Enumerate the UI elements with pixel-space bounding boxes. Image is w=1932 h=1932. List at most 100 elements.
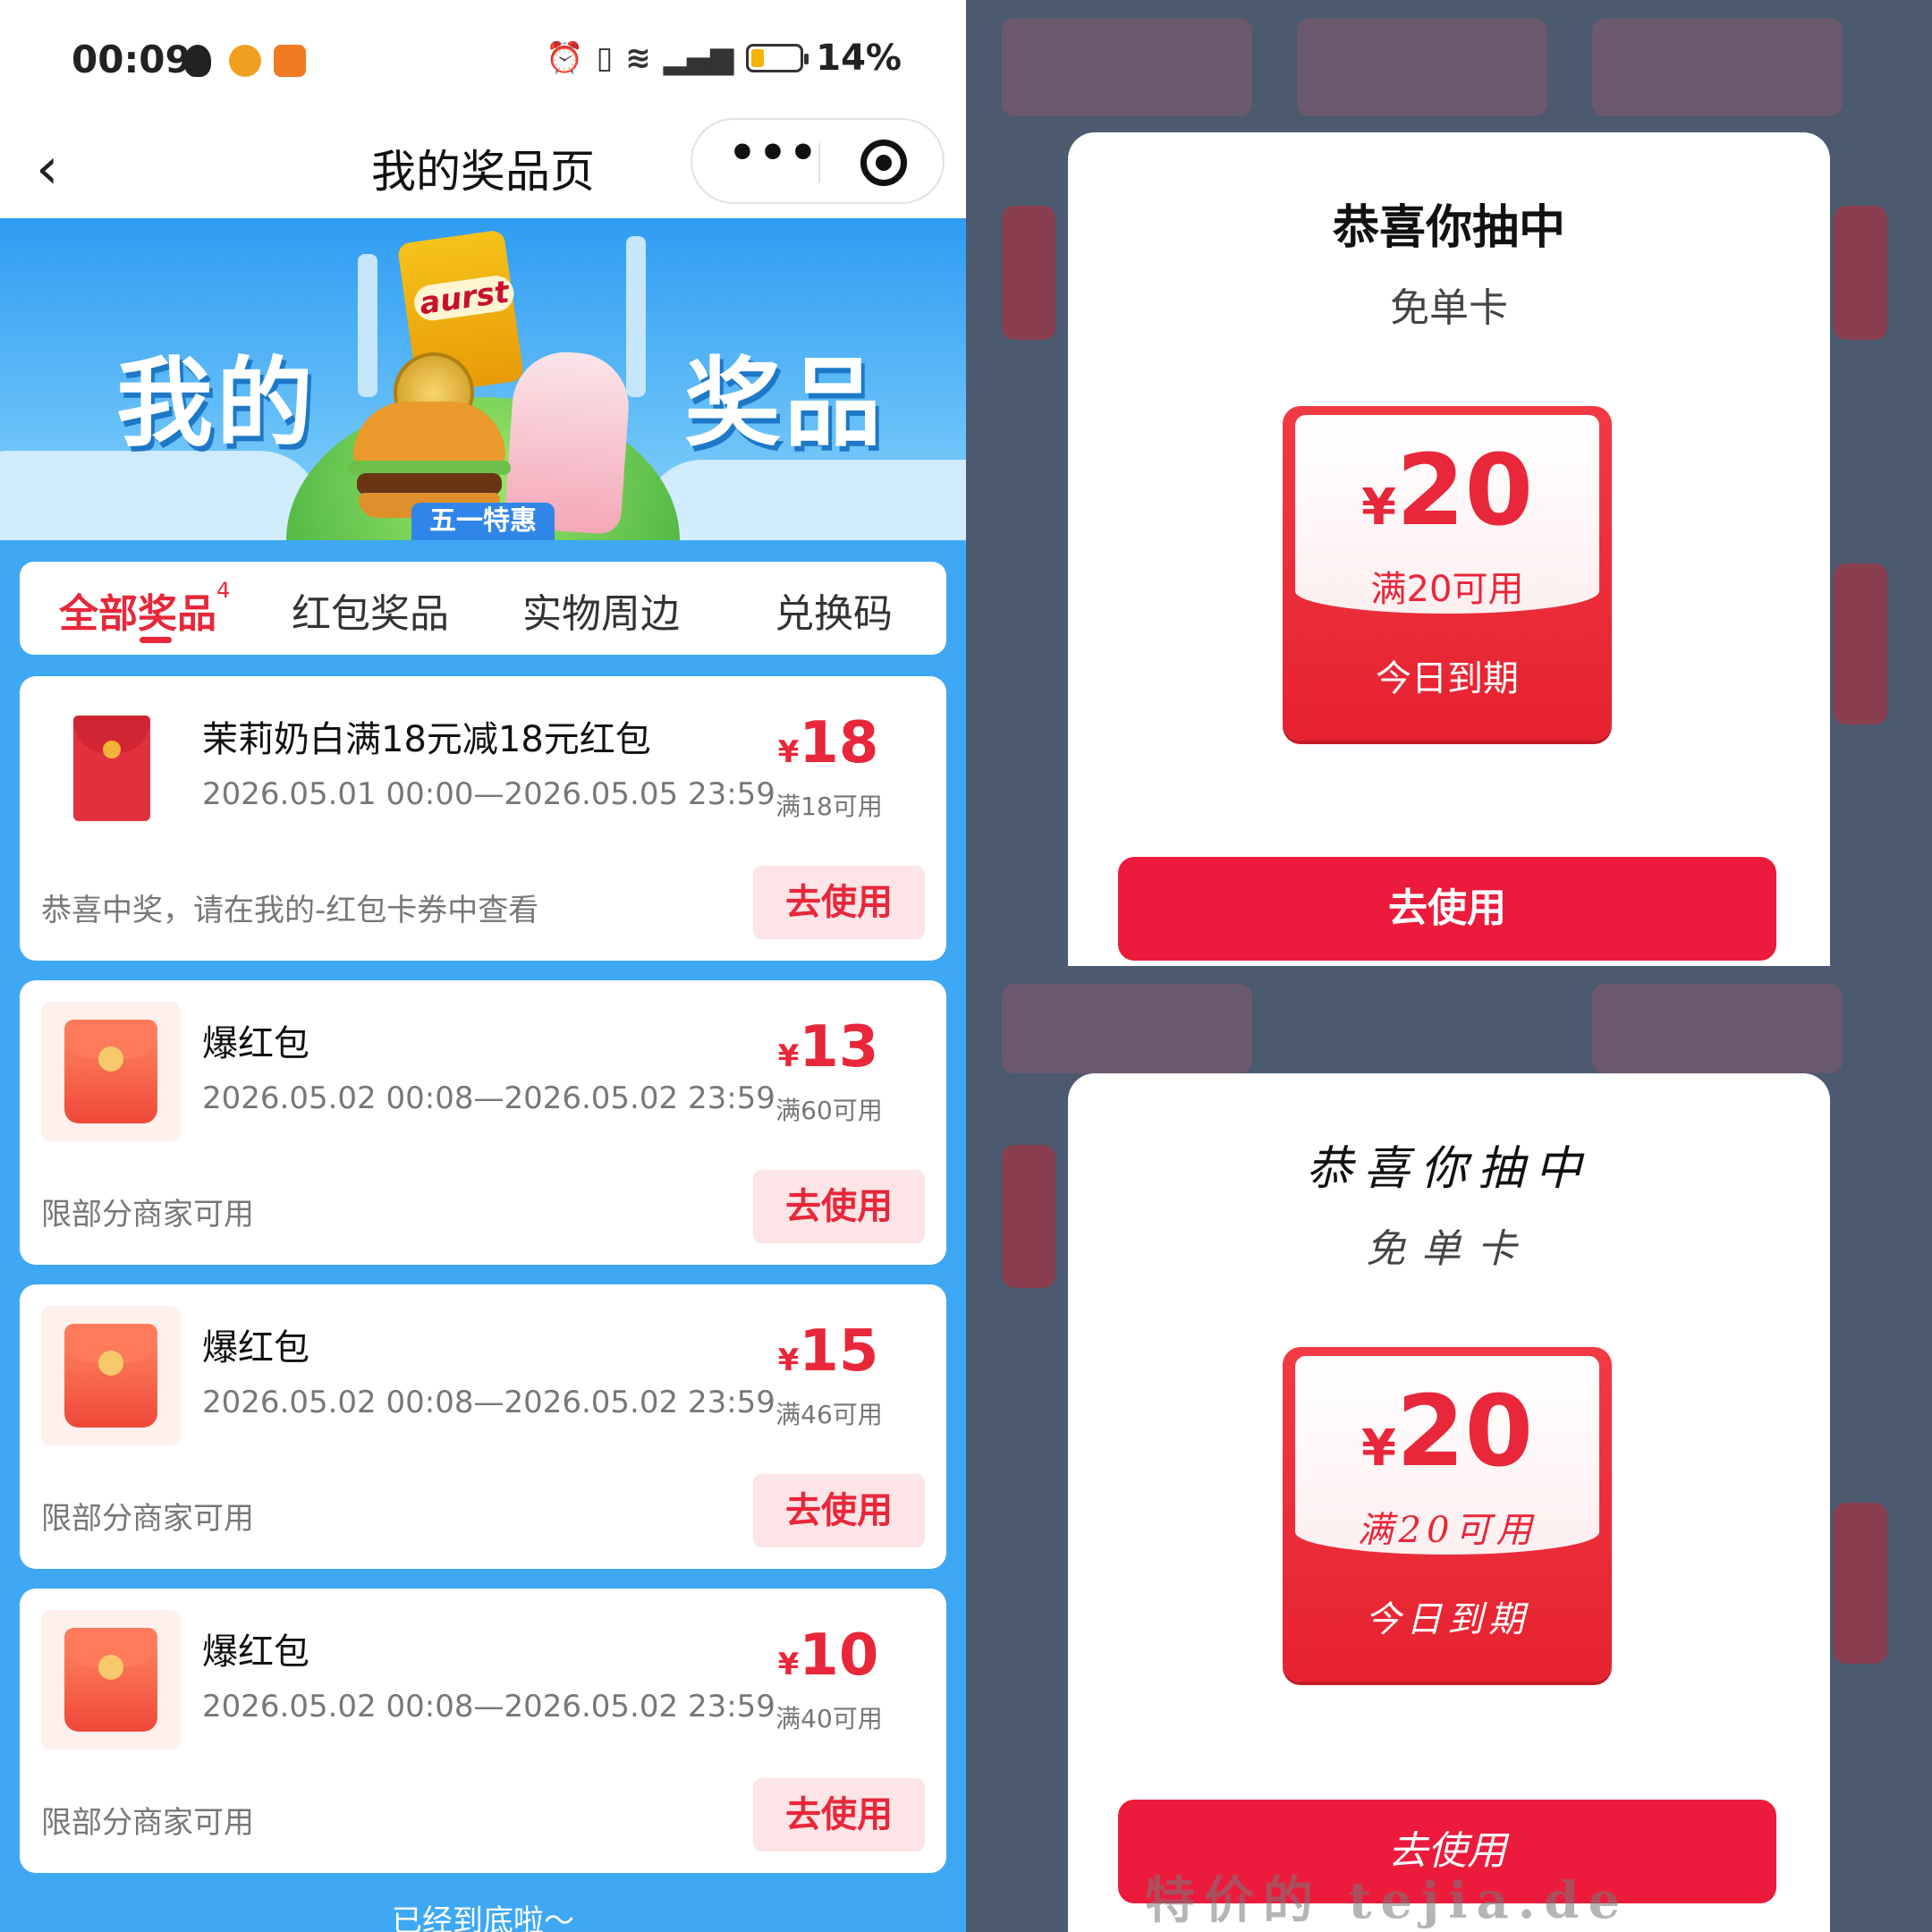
prize-note: 恭喜中奖，请在我的-红包卡券中查看 — [41, 893, 539, 928]
vibrate-icon: ▯ — [596, 40, 614, 76]
coupon-amount: ¥20 — [1283, 433, 1612, 547]
use-button[interactable]: 去使用 — [753, 1474, 925, 1547]
prize-thumbnail — [41, 1306, 181, 1445]
capsule-divider — [818, 143, 820, 182]
app-icon — [274, 45, 306, 77]
tab-count-badge: 4 — [216, 578, 231, 603]
prize-note: 限部分商家可用 — [41, 1805, 254, 1841]
signal-5g-icon: ▂▄▆ — [663, 40, 734, 76]
prize-banner: 我的 奖品 aurst 五一特惠 — [0, 218, 966, 540]
currency-symbol: ¥ — [777, 1647, 800, 1682]
site-watermark: 特价的 tejia.de — [1145, 1871, 1630, 1930]
blurred-background-tile — [1834, 564, 1887, 724]
prize-name: 爆红包 — [202, 1631, 309, 1673]
target-icon[interactable] — [860, 140, 907, 186]
blurred-background-tile — [1002, 18, 1252, 116]
prize-card: 爆红包 2026.05.02 00:08—2026.05.02 23:59 ¥1… — [20, 1284, 946, 1569]
prize-amount: ¥10 — [766, 1623, 891, 1689]
blurred-background-tile — [1297, 18, 1547, 116]
amount-value: 10 — [799, 1623, 879, 1689]
free-order-coupon: ¥20 满20可用 今日到期 — [1283, 1347, 1612, 1682]
currency-symbol: ¥ — [1360, 479, 1396, 537]
qq-icon — [184, 45, 211, 77]
prize-condition: 满18可用 — [775, 792, 883, 821]
prize-amount: ¥18 — [766, 710, 891, 776]
currency-symbol: ¥ — [1360, 1419, 1396, 1478]
blurred-background-tile — [1002, 984, 1252, 1073]
prize-card: 茉莉奶白满18元减18元红包 2026.05.01 00:00—2026.05.… — [20, 676, 946, 961]
burger-illustration — [348, 402, 511, 518]
prize-name: 爆红包 — [202, 1023, 309, 1064]
prize-thumbnail — [41, 1610, 181, 1750]
prize-page-screen: 00:09 ⏰ ▯ ≋ ▂▄▆ 14% ‹ 我的奖品页 ••• 我的 奖品 au… — [0, 0, 966, 1932]
status-time: 00:09 — [72, 38, 191, 81]
prize-thumbnail — [41, 1002, 181, 1141]
prize-thumbnail — [41, 698, 181, 837]
tab-label: 全部奖品 — [59, 591, 216, 637]
banner-word-left: 我的 — [116, 348, 318, 460]
status-bar: 00:09 ⏰ ▯ ≋ ▂▄▆ 14% — [0, 0, 966, 118]
prize-condition: 满60可用 — [775, 1096, 883, 1125]
prize-tabs: 全部奖品4 红包奖品 实物周边 兑换码 — [20, 562, 946, 655]
use-button[interactable]: 去使用 — [753, 866, 925, 939]
amount-value: 20 — [1395, 1374, 1534, 1488]
popup-subtitle: 免单卡 — [1366, 1226, 1532, 1272]
blurred-background-tile — [1002, 1145, 1055, 1288]
battery-icon — [746, 44, 809, 72]
banner-ribbon: 五一特惠 — [411, 503, 555, 540]
amount-value: 18 — [799, 710, 879, 776]
prize-popup-handwritten: 恭喜你抽中 免单卡 ¥20 满20可用 今日到期 去使用 — [1068, 1073, 1830, 1932]
burger-patty — [357, 473, 502, 495]
prize-popup: 恭喜你抽中 免单卡 ¥20 满20可用 今日到期 去使用 — [1068, 132, 1830, 966]
prize-card: 爆红包 2026.05.02 00:08—2026.05.02 23:59 ¥1… — [20, 1589, 946, 1873]
prize-condition: 满46可用 — [775, 1400, 883, 1429]
prize-amount: ¥13 — [766, 1014, 891, 1080]
prize-note: 限部分商家可用 — [41, 1197, 254, 1233]
coupon-amount: ¥20 — [1283, 1374, 1612, 1488]
tab-physical-merch[interactable]: 实物周边 — [522, 581, 680, 639]
tab-red-packet-prizes[interactable]: 红包奖品 — [292, 581, 449, 639]
tab-all-prizes[interactable]: 全部奖品4 — [59, 578, 231, 639]
wifi-icon: ≋ — [625, 40, 651, 76]
red-envelope-icon — [73, 716, 150, 821]
blurred-background-tile — [1592, 18, 1843, 116]
prize-validity: 2026.05.02 00:08—2026.05.02 23:59 — [202, 1080, 775, 1116]
amount-value: 20 — [1395, 433, 1534, 547]
mini-program-capsule: ••• — [691, 118, 945, 204]
navigation-bar: ‹ 我的奖品页 ••• — [0, 118, 966, 218]
active-tab-indicator — [140, 637, 172, 643]
red-envelope-icon — [64, 1020, 157, 1123]
use-button[interactable]: 去使用 — [753, 1170, 925, 1243]
end-of-list-text: 已经到底啦～ — [392, 1903, 574, 1932]
prize-validity: 2026.05.02 00:08—2026.05.02 23:59 — [202, 1689, 775, 1724]
use-button[interactable]: 去使用 — [753, 1778, 925, 1852]
red-envelope-icon — [64, 1628, 157, 1732]
prize-card: 爆红包 2026.05.02 00:08—2026.05.02 23:59 ¥1… — [20, 980, 946, 1265]
prize-validity: 2026.05.02 00:08—2026.05.02 23:59 — [202, 1385, 775, 1420]
blurred-background-tile — [1834, 1503, 1887, 1664]
more-menu-button[interactable]: ••• — [728, 127, 819, 179]
coupon-condition: 满20可用 — [1357, 1510, 1538, 1551]
currency-symbol: ¥ — [777, 1343, 800, 1378]
battery-level: 14% — [816, 38, 902, 79]
prize-amount: ¥15 — [766, 1318, 891, 1385]
chips-brand-label: aurst — [411, 273, 517, 323]
tower-decoration — [358, 254, 377, 397]
popup-title: 恭喜你抽中 — [1332, 201, 1565, 255]
currency-symbol: ¥ — [777, 1038, 800, 1074]
tower-decoration — [626, 236, 646, 397]
blurred-background-tile — [1002, 206, 1055, 340]
prize-name: 爆红包 — [202, 1327, 309, 1368]
coupon-condition: 满20可用 — [1370, 569, 1524, 610]
alarm-icon: ⏰ — [546, 40, 584, 76]
amount-value: 15 — [799, 1318, 879, 1385]
popup-screenshots: 恭喜你抽中 免单卡 ¥20 满20可用 今日到期 去使用 恭喜你抽中 免单卡 ¥… — [966, 0, 1932, 1932]
status-indicators: ⏰ ▯ ≋ ▂▄▆ 14% — [546, 38, 902, 79]
free-order-coupon: ¥20 满20可用 今日到期 — [1283, 406, 1612, 741]
use-button[interactable]: 去使用 — [1118, 857, 1776, 961]
prize-condition: 满40可用 — [775, 1704, 883, 1733]
blurred-background-tile — [1834, 206, 1887, 340]
popup-title: 恭喜你抽中 — [1305, 1142, 1592, 1196]
currency-symbol: ¥ — [777, 734, 800, 770]
tab-redeem-code[interactable]: 兑换码 — [775, 581, 893, 639]
